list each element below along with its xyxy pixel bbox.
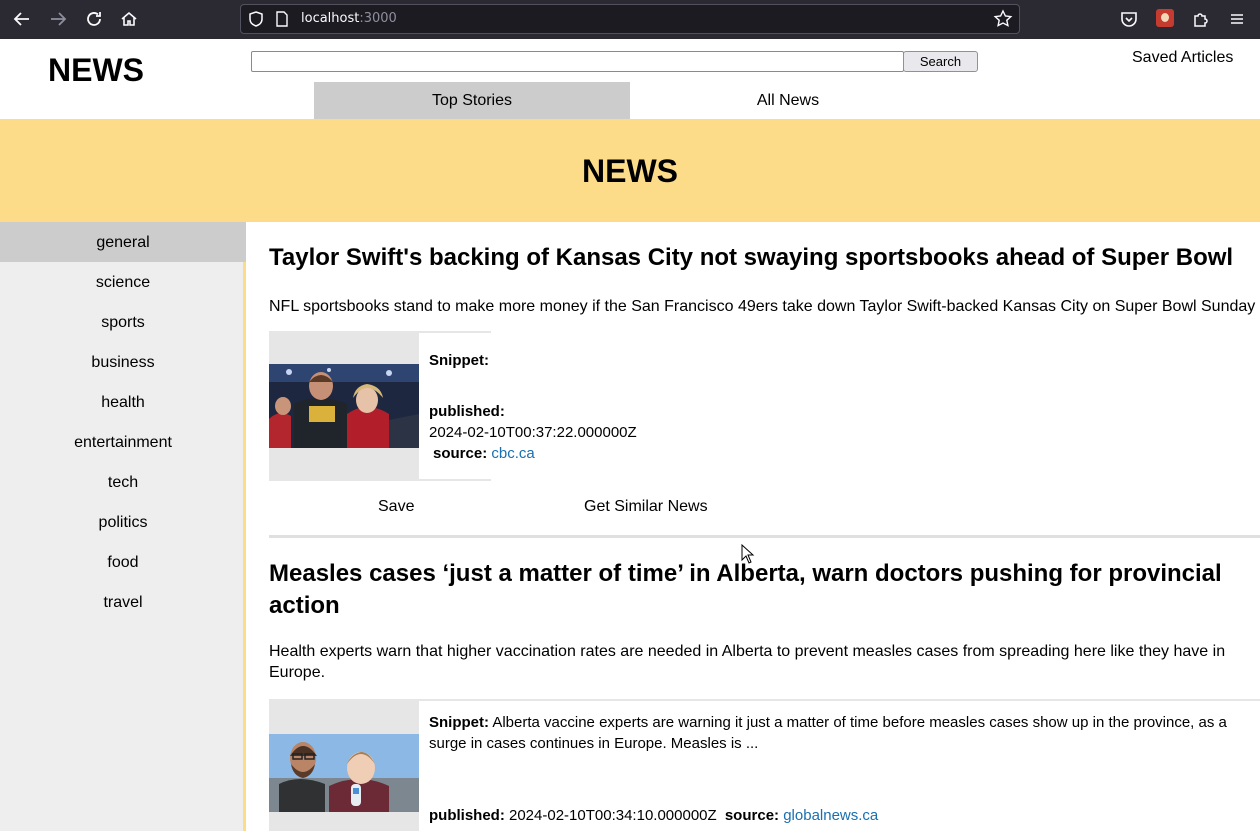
saved-articles-link[interactable]: Saved Articles bbox=[1132, 49, 1233, 67]
address-bar[interactable]: localhost:3000 bbox=[240, 4, 1020, 34]
shield-icon[interactable] bbox=[247, 10, 265, 28]
browser-toolbar: localhost:3000 bbox=[0, 0, 1260, 39]
published-date: 2024-02-10T00:37:22.000000Z bbox=[429, 424, 637, 441]
sidebar-item-tech[interactable]: tech bbox=[0, 462, 246, 502]
article-published: published: 2024-02-10T00:37:22.000000Z s… bbox=[429, 401, 689, 464]
sidebar-item-food[interactable]: food bbox=[0, 542, 246, 582]
url-text: localhost:3000 bbox=[301, 11, 397, 26]
page-icon bbox=[273, 10, 291, 28]
sidebar-item-politics[interactable]: politics bbox=[0, 502, 246, 542]
tab-all-news[interactable]: All News bbox=[630, 82, 946, 119]
article-snippet: Snippet: Alberta vaccine experts are war… bbox=[429, 712, 1259, 754]
snippet-label: Snippet: bbox=[429, 714, 489, 731]
article-snippet: Snippet: bbox=[429, 350, 1249, 371]
article-list: Taylor Swift's backing of Kansas City no… bbox=[249, 222, 1260, 831]
pocket-icon[interactable] bbox=[1118, 8, 1140, 30]
snippet-text: Alberta vaccine experts are warning it j… bbox=[429, 714, 1227, 752]
extension-avatar-icon[interactable] bbox=[1156, 9, 1174, 27]
sidebar-item-sports[interactable]: sports bbox=[0, 302, 246, 342]
published-date: 2024-02-10T00:34:10.000000Z bbox=[509, 807, 717, 824]
article-photo bbox=[269, 734, 419, 812]
category-sidebar: general science sports business health e… bbox=[0, 222, 246, 831]
sidebar-item-entertainment[interactable]: entertainment bbox=[0, 422, 246, 462]
source-label: source: bbox=[724, 807, 780, 824]
sidebar-item-general[interactable]: general bbox=[0, 222, 246, 262]
article-image-frame bbox=[269, 699, 419, 831]
article-card: Measles cases ‘just a matter of time’ in… bbox=[269, 558, 1260, 831]
article-divider bbox=[269, 535, 1260, 538]
bookmark-star-icon[interactable] bbox=[993, 9, 1013, 34]
home-icon[interactable] bbox=[118, 8, 140, 30]
snippet-label: Snippet: bbox=[429, 352, 489, 369]
sidebar-item-science[interactable]: science bbox=[0, 262, 246, 302]
source-link[interactable]: globalnews.ca bbox=[783, 807, 878, 824]
back-arrow-icon[interactable] bbox=[11, 8, 33, 30]
published-label: published: bbox=[429, 807, 505, 824]
save-button[interactable]: Save bbox=[378, 498, 414, 516]
article-description: NFL sportsbooks stand to make more money… bbox=[269, 298, 1256, 315]
article-title[interactable]: Measles cases ‘just a matter of time’ in… bbox=[269, 558, 1260, 622]
search-input[interactable] bbox=[251, 51, 904, 72]
source-link[interactable]: cbc.ca bbox=[491, 445, 534, 462]
brand-logo: NEWS bbox=[48, 52, 144, 88]
sidebar-item-health[interactable]: health bbox=[0, 382, 246, 422]
menu-hamburger-icon[interactable] bbox=[1226, 8, 1248, 30]
article-title[interactable]: Taylor Swift's backing of Kansas City no… bbox=[269, 242, 1260, 274]
reload-icon[interactable] bbox=[83, 8, 105, 30]
forward-arrow-icon[interactable] bbox=[47, 8, 69, 30]
article-photo bbox=[269, 364, 419, 448]
get-similar-news-button[interactable]: Get Similar News bbox=[584, 498, 708, 516]
article-image-frame bbox=[269, 331, 419, 481]
extensions-puzzle-icon[interactable] bbox=[1190, 8, 1212, 30]
search-button[interactable]: Search bbox=[903, 51, 978, 72]
banner-title: NEWS bbox=[582, 153, 678, 189]
sidebar-item-travel[interactable]: travel bbox=[0, 582, 246, 622]
article-card: Taylor Swift's backing of Kansas City no… bbox=[269, 242, 1260, 537]
article-published: published: 2024-02-10T00:34:10.000000Z s… bbox=[429, 805, 1259, 826]
published-label: published: bbox=[429, 403, 505, 420]
sidebar-item-business[interactable]: business bbox=[0, 342, 246, 382]
source-label: source: bbox=[433, 445, 488, 462]
news-banner: NEWS bbox=[0, 119, 1260, 222]
article-description: Health experts warn that higher vaccinat… bbox=[269, 643, 1226, 681]
mouse-pointer-icon bbox=[741, 543, 755, 564]
tab-top-stories[interactable]: Top Stories bbox=[314, 82, 630, 119]
